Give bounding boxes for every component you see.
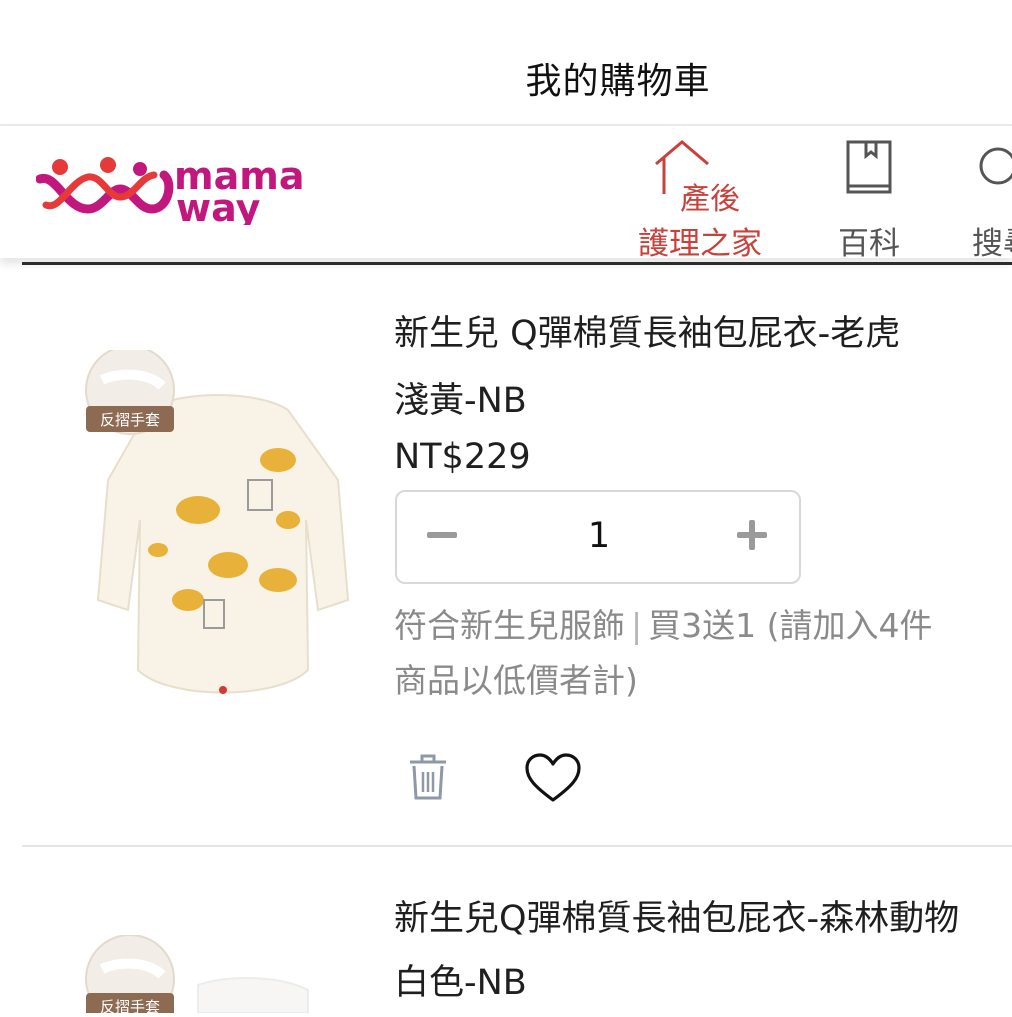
product-price: NT$229 (394, 437, 531, 477)
product-image[interactable]: 反摺手套 (78, 934, 368, 1017)
product-variant: 白色-NB (394, 963, 527, 1003)
page-title: 我的購物車 (525, 61, 711, 102)
logo-text-way: way (176, 186, 261, 225)
increase-quantity-button[interactable] (737, 520, 767, 550)
site-header: mama way 產後 護理之家 百科 搜尋 (0, 124, 1012, 262)
title-bar: 我的購物車 (0, 0, 1012, 124)
trash-icon[interactable] (406, 752, 450, 806)
section-divider (22, 262, 1012, 265)
promotion-separator: | (631, 606, 643, 645)
mamaway-logo[interactable]: mama way (35, 153, 316, 230)
product-image[interactable]: 反摺手套 (78, 345, 368, 734)
item-divider (22, 845, 1012, 847)
nav-postpartum-small-label: 產後 (680, 182, 740, 217)
promotion-line-2: 商品以低價者計) (394, 661, 638, 700)
nav-postpartum-label: 護理之家 (638, 226, 762, 262)
search-icon (979, 147, 1012, 185)
nav-encyclopedia-label: 百科 (838, 226, 900, 262)
product-name[interactable]: 新生兒 Q彈棉質長袖包屁衣-老虎 (394, 305, 900, 356)
quantity-stepper: 1 (395, 490, 801, 584)
promotion-category: 符合新生兒服飾 (394, 606, 625, 645)
nav-search-label: 搜尋 (972, 226, 1012, 262)
heart-icon[interactable] (524, 752, 582, 808)
product-variant: 淺黃-NB (394, 381, 527, 421)
promotion-detail: 買3送1 (請加入4件 (648, 606, 933, 645)
badge-label: 反摺手套 (100, 998, 160, 1013)
promotion-text[interactable]: 符合新生兒服飾 | 買3送1 (請加入4件 商品以低價者計) (394, 598, 1012, 708)
book-icon (846, 140, 892, 194)
product-name[interactable]: 新生兒Q彈棉質長袖包屁衣-森林動物 (394, 890, 959, 941)
badge-label: 反摺手套 (100, 411, 160, 429)
